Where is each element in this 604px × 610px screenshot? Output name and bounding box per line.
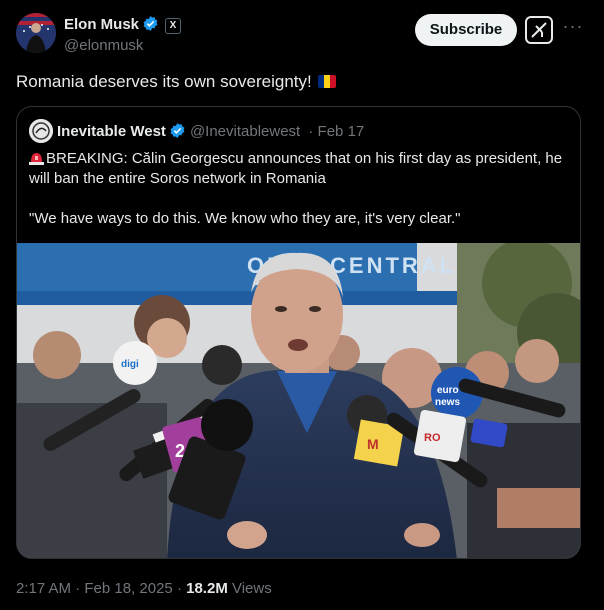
views-label: Views [227,580,272,597]
quoted-author-handle[interactable]: @Inevitablewest [190,123,300,140]
quoted-author-name[interactable]: Inevitable West [57,123,166,140]
tweet-timestamp[interactable]: 2:17 AM · Feb 18, 2025 [16,580,173,597]
quoted-name-row[interactable]: Inevitable West @Inevitablewest · Feb 17 [57,122,364,143]
quoted-photo[interactable]: ONAL CENTRAL 2024 [17,243,580,558]
views-count: 18.2M [186,580,228,597]
quoted-verified-badge-icon [169,122,186,143]
tweet-meta: 2:17 AM · Feb 18, 2025 · 18.2M Views [16,580,272,597]
romania-flag-icon [317,75,336,88]
meta-separator: · [172,580,187,597]
svg-text:RO: RO [424,432,441,444]
more-options-icon[interactable]: ··· [562,17,584,39]
author-avatar[interactable] [16,13,56,53]
author-handle[interactable]: @elonmusk [64,37,143,54]
quoted-date[interactable]: · Feb 17 [308,123,364,140]
svg-text:digi: digi [121,359,139,370]
quoted-text-block: BREAKING: Călin Georgescu announces that… [29,149,569,229]
quoted-tweet-card[interactable]: Inevitable West @Inevitablewest · Feb 17 … [16,106,581,559]
subscribe-button[interactable]: Subscribe [415,14,517,46]
quoted-text: BREAKING: Călin Georgescu announces that… [29,150,563,227]
svg-text:euro: euro [437,385,459,396]
svg-text:M: M [367,436,379,452]
svg-text:news: news [435,397,460,408]
tweet-text: Romania deserves its own sovereignty! [16,72,312,91]
grok-icon[interactable] [525,16,553,44]
author-name[interactable]: Elon Musk [64,16,139,33]
tweet-text-row: Romania deserves its own sovereignty! [16,71,336,93]
x-affiliation-badge: X [165,18,182,34]
verified-badge-icon [142,15,159,36]
author-name-row[interactable]: Elon Musk X [64,15,182,36]
quoted-author-avatar[interactable] [29,119,53,143]
siren-emoji-icon [29,151,44,165]
